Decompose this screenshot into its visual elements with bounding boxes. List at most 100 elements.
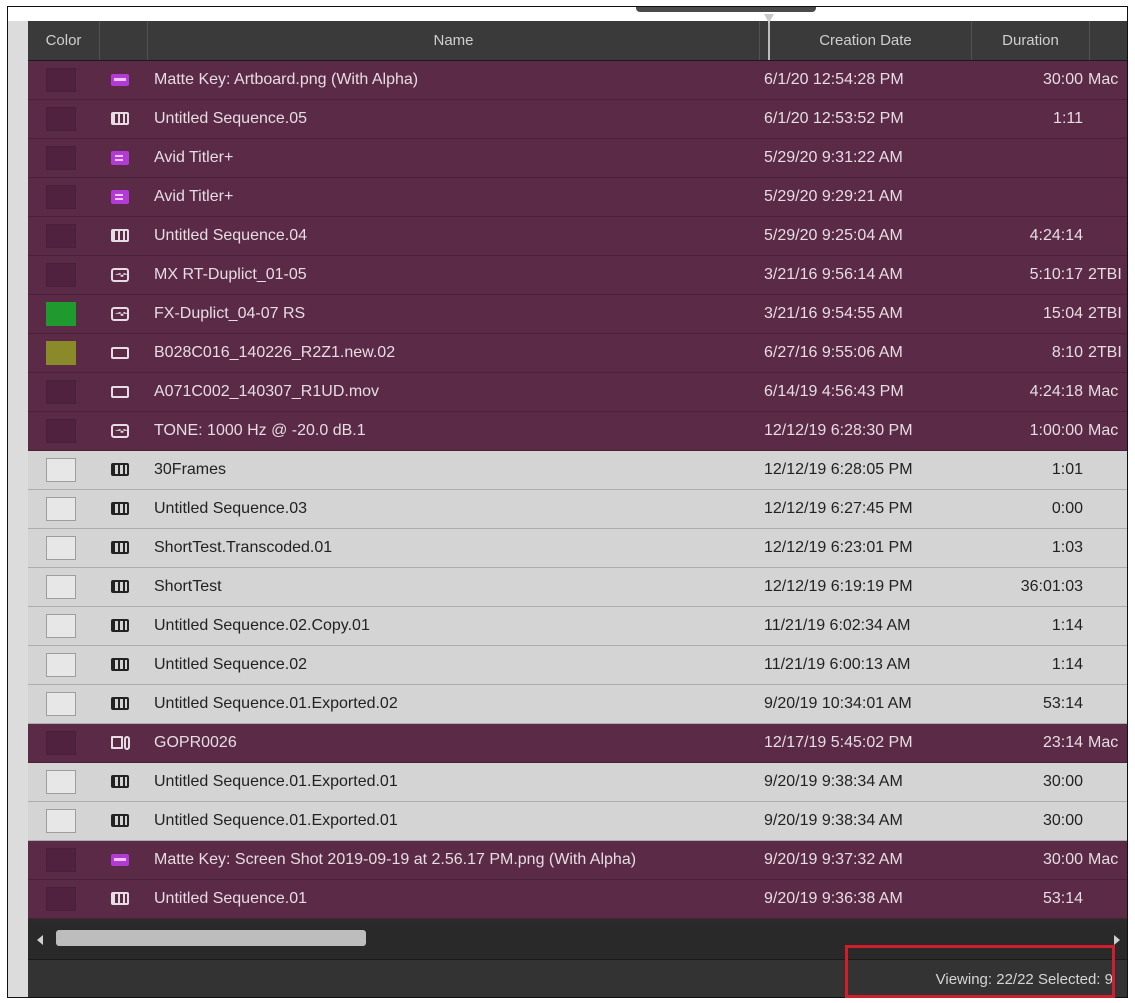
color-swatch[interactable] — [46, 692, 76, 716]
clip-row[interactable]: TONE: 1000 Hz @ -20.0 dB.1 12/12/19 6:28:… — [28, 412, 1127, 451]
color-swatch[interactable] — [46, 770, 76, 794]
clip-row[interactable]: MX RT-Duplict_01-05 3/21/16 9:56:14 AM 5:1… — [28, 256, 1127, 295]
creation-date: 9/20/19 9:36:38 AM — [764, 890, 903, 907]
color-swatch[interactable] — [46, 341, 76, 365]
window-tab-handle[interactable] — [636, 7, 816, 12]
drive — [1088, 100, 1127, 138]
clip-row[interactable]: Untitled Sequence.04 5/29/20 9:25:04 AM 4:… — [28, 217, 1127, 256]
left-edge-strip — [8, 21, 28, 997]
drive: Mac — [1088, 422, 1119, 439]
linked-clip-icon — [108, 724, 132, 762]
clip-name[interactable]: MX RT-Duplict_01-05 — [154, 256, 307, 294]
color-swatch[interactable] — [46, 575, 76, 599]
clip-row[interactable]: Untitled Sequence.02.Copy.01 11/21/19 6:0… — [28, 607, 1127, 646]
duration: 4:24:14 — [1029, 227, 1083, 244]
clip-name[interactable]: Untitled Sequence.01 — [154, 880, 307, 918]
horizontal-scrollbar[interactable] — [28, 925, 1127, 959]
sequence-icon — [108, 568, 132, 606]
clip-name[interactable]: FX-Duplict_04-07 RS — [154, 295, 305, 333]
clip-name[interactable]: Untitled Sequence.01.Exported.01 — [154, 802, 398, 840]
clip-row[interactable]: Untitled Sequence.03 12/12/19 6:27:45 PM 0… — [28, 490, 1127, 529]
clip-row[interactable]: A071C002_140307_R1UD.mov 6/14/19 4:56:43 … — [28, 373, 1127, 412]
clip-name[interactable]: Untitled Sequence.03 — [154, 490, 307, 528]
sequence-icon — [108, 646, 132, 684]
duration-column-header[interactable]: Duration — [972, 21, 1090, 60]
duration: 1:00:00 — [1029, 422, 1083, 439]
clip-name[interactable]: Untitled Sequence.01.Exported.01 — [154, 763, 398, 801]
sort-marker-icon[interactable] — [764, 14, 774, 23]
creation-date: 3/21/16 9:56:14 AM — [764, 266, 903, 283]
clip-name[interactable]: Untitled Sequence.05 — [154, 100, 307, 138]
color-swatch[interactable] — [46, 107, 76, 131]
clip-name[interactable]: Untitled Sequence.04 — [154, 217, 307, 255]
clip-row[interactable]: 30Frames 12/12/19 6:28:05 PM 1:01 — [28, 451, 1127, 490]
clip-name[interactable]: TONE: 1000 Hz @ -20.0 dB.1 — [154, 412, 366, 450]
clip-row[interactable]: Untitled Sequence.01.Exported.01 9/20/19 … — [28, 763, 1127, 802]
clip-name[interactable]: ShortTest.Transcoded.01 — [154, 529, 332, 567]
icon-column-header[interactable] — [100, 21, 148, 60]
color-swatch[interactable] — [46, 731, 76, 755]
clip-row[interactable]: Matte Key: Screen Shot 2019-09-19 at 2.5… — [28, 841, 1127, 880]
clip-name[interactable]: Avid Titler+ — [154, 178, 233, 216]
clip-row[interactable]: Matte Key: Artboard.png (With Alpha) 6/1/… — [28, 61, 1127, 100]
clip-row[interactable]: Untitled Sequence.02 11/21/19 6:00:13 AM 1… — [28, 646, 1127, 685]
color-swatch[interactable] — [46, 224, 76, 248]
clip-name[interactable]: B028C016_140226_R2Z1.new.02 — [154, 334, 395, 372]
color-swatch[interactable] — [46, 185, 76, 209]
clip-row[interactable]: ShortTest.Transcoded.01 12/12/19 6:23:01 … — [28, 529, 1127, 568]
color-swatch[interactable] — [46, 497, 76, 521]
drive — [1088, 139, 1127, 177]
color-swatch[interactable] — [46, 68, 76, 92]
drive-column-header[interactable] — [1090, 21, 1127, 60]
sequence-icon — [108, 529, 132, 567]
color-swatch[interactable] — [46, 809, 76, 833]
color-swatch[interactable] — [46, 887, 76, 911]
clip-row[interactable]: GOPR0026 12/17/19 5:45:02 PM 23:14 Mac — [28, 724, 1127, 763]
scroll-right-arrow-icon[interactable] — [1114, 935, 1120, 945]
clip-row[interactable]: FX-Duplict_04-07 RS 3/21/16 9:54:55 AM 15:… — [28, 295, 1127, 334]
color-swatch[interactable] — [46, 614, 76, 638]
color-swatch[interactable] — [46, 146, 76, 170]
duration: 4:24:18 — [1029, 383, 1083, 400]
clip-row[interactable]: Avid Titler+ 5/29/20 9:31:22 AM — [28, 139, 1127, 178]
clip-name[interactable]: GOPR0026 — [154, 724, 237, 762]
clip-row[interactable]: Untitled Sequence.01.Exported.01 9/20/19 … — [28, 802, 1127, 841]
clip-row[interactable]: Untitled Sequence.01 9/20/19 9:36:38 AM 53… — [28, 880, 1127, 919]
creation-date: 12/12/19 6:27:45 PM — [764, 500, 913, 517]
name-column-header[interactable]: Name — [148, 21, 760, 60]
duration: 0:00 — [1051, 500, 1083, 517]
clip-row[interactable]: B028C016_140226_R2Z1.new.02 6/27/16 9:55:… — [28, 334, 1127, 373]
color-swatch[interactable] — [46, 419, 76, 443]
color-swatch[interactable] — [46, 536, 76, 560]
clip-name[interactable]: A071C002_140307_R1UD.mov — [154, 373, 379, 411]
clip-name[interactable]: Untitled Sequence.02.Copy.01 — [154, 607, 370, 645]
color-column-header[interactable]: Color — [28, 21, 100, 60]
scroll-left-arrow-icon[interactable] — [37, 935, 43, 945]
sort-column-divider[interactable] — [768, 21, 770, 60]
clip-name[interactable]: Matte Key: Artboard.png (With Alpha) — [154, 61, 418, 99]
creation-date: 11/21/19 6:02:34 AM — [764, 617, 911, 634]
clip-row[interactable]: Untitled Sequence.05 6/1/20 12:53:52 PM 1:… — [28, 100, 1127, 139]
color-swatch[interactable] — [46, 263, 76, 287]
sequence-icon — [108, 490, 132, 528]
clip-name[interactable]: Untitled Sequence.02 — [154, 646, 307, 684]
creation-date: 5/29/20 9:29:21 AM — [764, 188, 903, 205]
color-swatch[interactable] — [46, 302, 76, 326]
color-swatch[interactable] — [46, 653, 76, 677]
audio-clip-icon — [108, 295, 132, 333]
clip-row[interactable]: Untitled Sequence.01.Exported.02 9/20/19 … — [28, 685, 1127, 724]
creation-date: 6/1/20 12:54:28 PM — [764, 71, 904, 88]
color-swatch[interactable] — [46, 848, 76, 872]
color-swatch[interactable] — [46, 380, 76, 404]
creation-date-column-header[interactable]: Creation Date — [760, 21, 972, 60]
clip-name[interactable]: Matte Key: Screen Shot 2019-09-19 at 2.5… — [154, 841, 636, 879]
matte-key-icon — [108, 61, 132, 99]
clip-name[interactable]: ShortTest — [154, 568, 222, 606]
clip-name[interactable]: Avid Titler+ — [154, 139, 233, 177]
clip-name[interactable]: Untitled Sequence.01.Exported.02 — [154, 685, 398, 723]
clip-row[interactable]: Avid Titler+ 5/29/20 9:29:21 AM — [28, 178, 1127, 217]
clip-row[interactable]: ShortTest 12/12/19 6:19:19 PM 36:01:03 — [28, 568, 1127, 607]
color-swatch[interactable] — [46, 458, 76, 482]
scroll-thumb[interactable] — [56, 930, 366, 946]
clip-name[interactable]: 30Frames — [154, 451, 226, 489]
